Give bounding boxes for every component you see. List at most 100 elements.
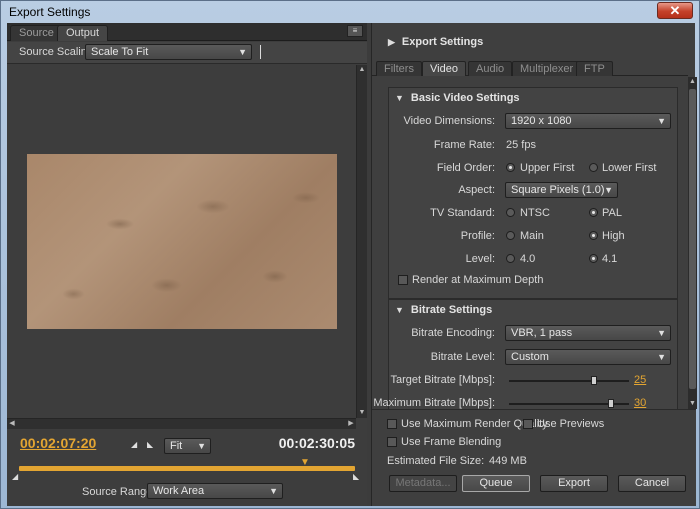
aspect-label: Aspect: bbox=[458, 184, 495, 196]
export-options: Use Maximum Render Quality Use Previews … bbox=[372, 409, 696, 506]
metadata-button[interactable]: Metadata... bbox=[389, 475, 457, 492]
tab-video[interactable]: Video bbox=[422, 61, 466, 76]
profile-high-radio[interactable] bbox=[589, 231, 598, 240]
cancel-button[interactable]: Cancel bbox=[618, 475, 686, 492]
bitrate-encoding-dropdown[interactable]: VBR, 1 pass ▼ bbox=[505, 325, 671, 341]
profile-high-label[interactable]: High bbox=[602, 230, 625, 242]
target-bitrate-slider[interactable] bbox=[509, 380, 629, 382]
tv-standard-ntsc-label[interactable]: NTSC bbox=[520, 207, 550, 219]
maximum-bitrate-value[interactable]: 30 bbox=[634, 397, 646, 409]
chevron-down-icon: ▼ bbox=[657, 352, 666, 362]
profile-main-radio[interactable] bbox=[506, 231, 515, 240]
tab-audio[interactable]: Audio bbox=[468, 61, 513, 76]
field-order-label: Field Order: bbox=[436, 162, 495, 174]
scroll-down-icon[interactable]: ▼ bbox=[688, 399, 697, 409]
maximum-bitrate-label: Maximum Bitrate [Mbps]: bbox=[373, 397, 495, 409]
frame-rate-value: 25 fps bbox=[506, 139, 536, 151]
use-previews-checkbox[interactable] bbox=[523, 419, 533, 429]
close-button[interactable]: ✕ bbox=[657, 2, 693, 19]
profile-label: Profile: bbox=[460, 230, 495, 242]
tv-standard-label: TV Standard: bbox=[430, 207, 495, 219]
source-range-label: Source Range: bbox=[82, 486, 156, 498]
scroll-right-icon[interactable]: ▶ bbox=[346, 419, 356, 429]
tab-source[interactable]: Source bbox=[10, 25, 63, 41]
duration-timecode: 00:02:30:05 bbox=[278, 435, 355, 451]
level-41-label[interactable]: 4.1 bbox=[602, 253, 617, 265]
estimated-file-size-value: 449 MB bbox=[489, 455, 527, 467]
estimated-file-size-label: Estimated File Size: bbox=[387, 455, 485, 467]
settings-scrollbar[interactable]: ▲ ▼ bbox=[688, 77, 697, 409]
profile-main-label[interactable]: Main bbox=[520, 230, 544, 242]
bitrate-settings: ▼ Bitrate Settings Bitrate Encoding: VBR,… bbox=[373, 299, 678, 409]
export-button[interactable]: Export bbox=[540, 475, 608, 492]
scroll-down-icon[interactable]: ▼ bbox=[357, 408, 367, 418]
scroll-up-icon[interactable]: ▲ bbox=[357, 65, 367, 75]
tab-ftp[interactable]: FTP bbox=[576, 61, 613, 76]
chevron-down-icon: ▼ bbox=[657, 328, 666, 338]
work-area-start-icon[interactable]: ◢ bbox=[12, 472, 18, 481]
panel-menu-icon[interactable]: ≡ bbox=[347, 25, 363, 37]
tab-output[interactable]: Output bbox=[57, 25, 109, 41]
level-40-radio[interactable] bbox=[506, 254, 515, 263]
target-bitrate-label: Target Bitrate [Mbps]: bbox=[390, 374, 495, 386]
bitrate-settings-header[interactable]: ▼ Bitrate Settings bbox=[395, 304, 492, 316]
tv-standard-pal-radio[interactable] bbox=[589, 208, 598, 217]
expand-arrow-icon[interactable]: ▶ bbox=[388, 37, 395, 47]
max-render-quality-checkbox[interactable] bbox=[387, 419, 397, 429]
bitrate-level-dropdown[interactable]: Custom ▼ bbox=[505, 349, 671, 365]
collapse-arrow-icon[interactable]: ▼ bbox=[395, 93, 404, 103]
scroll-thumb[interactable] bbox=[689, 89, 696, 389]
level-40-label[interactable]: 4.0 bbox=[520, 253, 535, 265]
scroll-left-icon[interactable]: ◀ bbox=[7, 419, 17, 429]
collapse-arrow-icon[interactable]: ▼ bbox=[395, 305, 404, 315]
basic-video-settings: ▼ Basic Video Settings Video Dimensions: … bbox=[388, 87, 678, 299]
field-order-upper-radio[interactable] bbox=[506, 163, 515, 172]
export-settings-header[interactable]: ▶ Export Settings bbox=[388, 36, 483, 48]
video-dimensions-dropdown[interactable]: 1920 x 1080 ▼ bbox=[505, 113, 671, 129]
level-label: Level: bbox=[465, 253, 495, 265]
use-previews-label[interactable]: Use Previews bbox=[537, 418, 604, 430]
field-order-lower-label[interactable]: Lower First bbox=[602, 162, 656, 174]
set-in-point-icon[interactable]: ◢ bbox=[131, 440, 137, 449]
source-scaling-dropdown[interactable]: Scale To Fit ▼ bbox=[85, 44, 252, 60]
preview-frame-image bbox=[27, 154, 337, 329]
playhead-icon[interactable]: ▼ bbox=[300, 457, 310, 468]
basic-video-settings-header[interactable]: ▼ Basic Video Settings bbox=[395, 92, 520, 104]
maximum-bitrate-slider-thumb[interactable] bbox=[608, 399, 614, 408]
chevron-down-icon: ▼ bbox=[269, 486, 278, 496]
tv-standard-pal-label[interactable]: PAL bbox=[602, 207, 622, 219]
target-bitrate-slider-thumb[interactable] bbox=[591, 376, 598, 385]
window-title: Export Settings bbox=[9, 5, 91, 19]
chevron-down-icon: ▼ bbox=[604, 185, 613, 195]
frame-blending-label[interactable]: Use Frame Blending bbox=[401, 436, 501, 448]
settings-panel: ▶ Export Settings Filters Video Audio Mul… bbox=[371, 23, 697, 506]
title-bar[interactable]: Export Settings ✕ bbox=[1, 1, 699, 23]
video-dimensions-label: Video Dimensions: bbox=[403, 115, 495, 127]
scroll-up-icon[interactable]: ▲ bbox=[688, 77, 697, 87]
dialog-client: Source Output ≡ Source Scaling: Scale To… bbox=[7, 23, 697, 506]
preview-horizontal-scrollbar[interactable]: ◀ ▶ bbox=[7, 418, 356, 429]
preview-tabs: Source Output ≡ bbox=[7, 23, 367, 41]
queue-button[interactable]: Queue bbox=[462, 475, 530, 492]
export-settings-window: Export Settings ✕ Source Output ≡ Source… bbox=[0, 0, 700, 509]
field-order-lower-radio[interactable] bbox=[589, 163, 598, 172]
work-area-end-icon[interactable]: ◣ bbox=[353, 472, 359, 481]
close-icon: ✕ bbox=[669, 3, 681, 18]
target-bitrate-value[interactable]: 25 bbox=[634, 374, 646, 386]
zoom-dropdown[interactable]: Fit ▼ bbox=[164, 438, 211, 454]
settings-tabs: Filters Video Audio Multiplexer FTP bbox=[372, 61, 688, 76]
tv-standard-ntsc-radio[interactable] bbox=[506, 208, 515, 217]
current-timecode[interactable]: 00:02:07:20 bbox=[20, 435, 96, 451]
tab-filters[interactable]: Filters bbox=[376, 61, 422, 76]
render-max-depth-label[interactable]: Render at Maximum Depth bbox=[412, 274, 543, 286]
frame-rate-label: Frame Rate: bbox=[433, 139, 495, 151]
set-out-point-icon[interactable]: ◣ bbox=[147, 440, 153, 449]
source-range-dropdown[interactable]: Work Area ▼ bbox=[147, 483, 283, 499]
zoom-value: Fit bbox=[170, 440, 183, 452]
render-max-depth-checkbox[interactable] bbox=[398, 275, 408, 285]
field-order-upper-label[interactable]: Upper First bbox=[520, 162, 574, 174]
aspect-dropdown[interactable]: Square Pixels (1.0) ▼ bbox=[505, 182, 618, 198]
tab-multiplexer[interactable]: Multiplexer bbox=[512, 61, 582, 76]
frame-blending-checkbox[interactable] bbox=[387, 437, 397, 447]
level-41-radio[interactable] bbox=[589, 254, 598, 263]
